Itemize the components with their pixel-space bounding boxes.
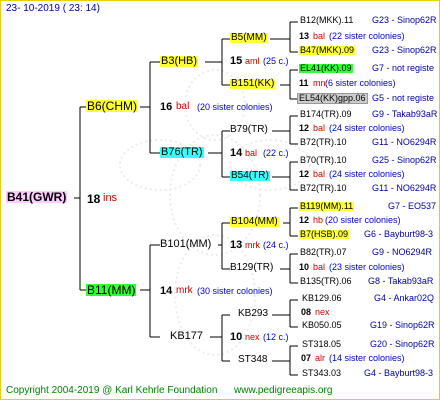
gen4-sis: (20 sister colonies): [325, 215, 401, 225]
gen4-queen: B72(TR).10: [300, 137, 347, 147]
gen4-word: alr: [315, 353, 326, 363]
gen2-sis: (22 c.): [263, 148, 289, 158]
gen2-sis: (24 c.): [263, 240, 289, 250]
gen2-num: 10: [230, 331, 243, 343]
gen2-word: mrk: [245, 240, 260, 250]
gen4-sis: (23 sister colonies): [329, 262, 405, 272]
gen4-label: G7 - EO537: [388, 201, 437, 211]
gen4-queen: B135(TR).06: [300, 276, 352, 286]
gen4-queen: ST318.05: [302, 339, 342, 349]
gen4-label: G4 - Ankar02Q: [374, 293, 435, 303]
gen4-queen: ST343.03: [302, 368, 342, 378]
gen4-queen: B47(MKK).09: [299, 45, 356, 55]
gen1-word: mrk: [176, 285, 193, 296]
gen4-word: mn: [313, 78, 326, 88]
gen4-label: G19 - Sinop62R: [370, 320, 435, 330]
gen2-word: aml: [245, 56, 260, 66]
gen1-queen: B11(MM): [86, 283, 137, 297]
gen4-num: 08: [301, 307, 312, 317]
gen4-queen: B7(HSB).09: [299, 229, 350, 239]
footer-copyright: Copyright 2004-2019 @ Karl Kehrle Founda…: [6, 385, 218, 396]
gen4-word: bal: [313, 169, 326, 179]
gen2-word: nex: [245, 332, 260, 342]
gen3-queen: B151(KK): [230, 78, 276, 89]
gen4-label: G5 - not registe: [372, 93, 435, 103]
gen4-label: G23 - Sinop62R: [372, 15, 437, 25]
root-queen: B41(GWR): [6, 190, 68, 204]
root-num: 18: [87, 192, 101, 206]
gen4-sis: (24 sister colonies): [329, 169, 405, 179]
gen2-word: bal: [245, 148, 258, 158]
gen4-sis: (24 sister colonies): [329, 123, 405, 133]
gen2-queen: KB177: [170, 330, 204, 342]
gen2-sis: (25 c.): [263, 56, 289, 66]
gen4-word: hb: [313, 215, 324, 225]
root-ins: ins: [103, 192, 118, 204]
gen4-label: G6 - Bayburt98-3: [364, 229, 434, 239]
gen4-queen: B70(TR).10: [300, 155, 347, 165]
gen2-num: 15: [230, 55, 243, 67]
gen4-sis: (6 sister colonies): [325, 78, 396, 88]
gen2-queen: B3(HB): [160, 55, 199, 67]
gen4-queen: B72(TR).10: [300, 183, 347, 193]
gen2-queen: B101(MM): [160, 238, 212, 250]
gen4-queen: EL41(KK).09: [299, 63, 353, 73]
gen1-word: bal: [176, 101, 190, 112]
gen4-sis: (14 sister colonies): [329, 353, 405, 363]
gen1-num: 14: [160, 285, 173, 297]
gen4-num: 07: [301, 353, 312, 363]
gen1-num: 16: [160, 101, 173, 113]
gen4-num: 10: [299, 262, 310, 272]
gen3-queen: ST348: [238, 354, 268, 365]
gen4-sis: (22 sister colonies): [329, 31, 405, 41]
gen4-label: G9 - NO6294R: [372, 247, 433, 257]
gen1-sis: (20 sister colonies): [197, 102, 273, 112]
gen4-num: 11: [299, 78, 309, 88]
gen4-num: 12: [299, 169, 310, 179]
gen4-queen: EL54(KK)gpp.06: [297, 93, 368, 104]
gen3-queen: B5(MM): [230, 32, 268, 43]
gen1-queen: B6(CHM): [86, 99, 138, 113]
gen4-word: bal: [313, 123, 326, 133]
gen2-num: 14: [230, 147, 243, 159]
gen2-num: 13: [230, 239, 243, 251]
gen4-label: G23 - Sinop62R: [372, 45, 437, 55]
gen3-queen: B129(TR): [230, 262, 274, 273]
gen4-queen: B174(TR).09: [300, 109, 352, 119]
gen2-queen: B76(TR): [160, 146, 204, 158]
gen4-label: G4 - Bayburt98-3: [364, 368, 434, 378]
gen4-queen: KB050.05: [302, 320, 342, 330]
gen2-sis: (12 c.): [263, 332, 289, 342]
header-date: 23- 10-2019 ( 23: 14): [6, 3, 100, 14]
gen3-queen: B104(MM): [230, 216, 279, 227]
gen4-queen: B82(TR).07: [300, 247, 347, 257]
gen4-num: 12: [299, 215, 310, 225]
footer-url[interactable]: www.pedigreeapis.org: [234, 386, 332, 396]
gen3-queen: KB293: [238, 308, 269, 319]
gen3-queen: B79(TR): [230, 124, 268, 135]
gen4-label: G8 - Takab93aR: [368, 276, 434, 286]
gen4-label: G11 - NO6294R: [372, 183, 437, 193]
gen3-queen: B54(TR): [230, 170, 270, 181]
gen4-label: G7 - not registe: [372, 63, 435, 73]
gen4-label: G20 - Sinop62R: [370, 339, 435, 349]
gen4-word: bal: [313, 262, 326, 272]
gen4-label: G9 - Takab93aR: [372, 109, 438, 119]
gen4-num: 13: [299, 31, 310, 41]
gen4-num: 12: [299, 123, 310, 133]
gen4-label: G11 - NO6294R: [372, 137, 437, 147]
gen4-word: bal: [313, 31, 326, 41]
gen4-word: nex: [315, 307, 330, 317]
gen4-label: G25 - Sinop62R: [372, 155, 437, 165]
gen1-sis: (30 sister colonies): [197, 286, 273, 296]
gen4-queen: KB129.06: [302, 293, 342, 303]
gen4-queen: B119(MM).11: [299, 201, 355, 211]
gen4-queen: B12(MKK).11: [300, 15, 354, 25]
